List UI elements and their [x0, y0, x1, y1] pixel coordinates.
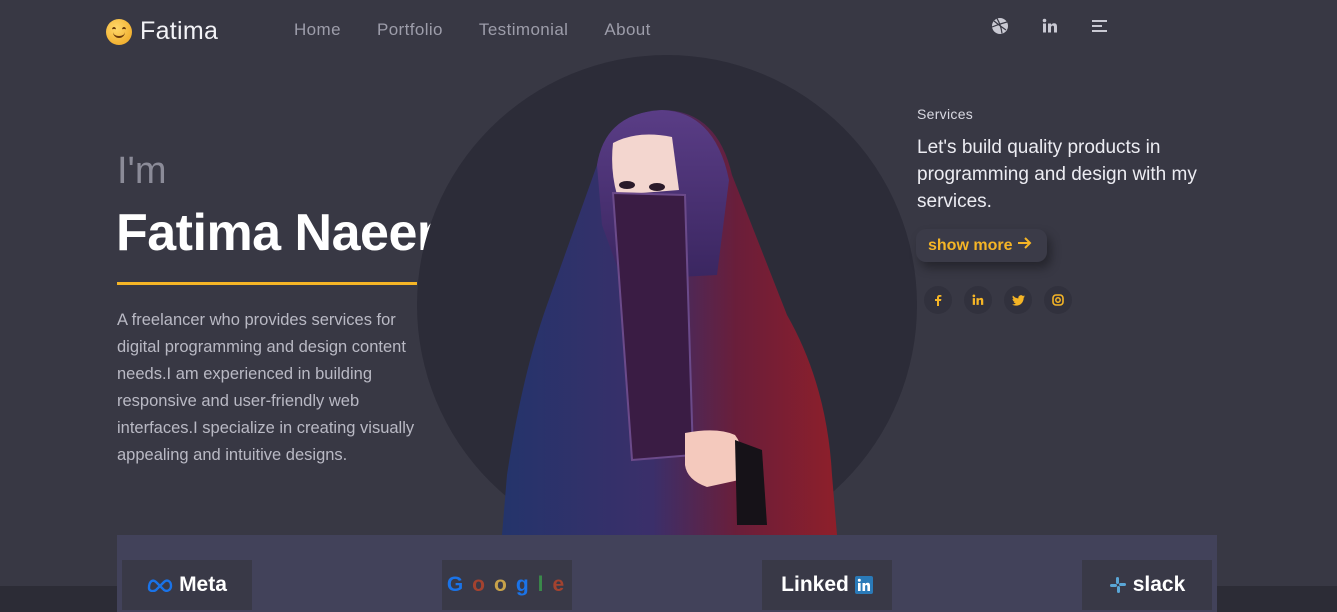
client-slack-label: slack: [1132, 573, 1186, 596]
menu-icon[interactable]: [1091, 17, 1109, 35]
google-letter: e: [552, 573, 568, 596]
hero-name: Fatima Naeem: [116, 204, 463, 262]
smiley-icon: [106, 18, 132, 45]
meta-logo-icon: [147, 579, 173, 592]
client-meta-label: Meta: [179, 573, 227, 596]
hero-greeting: I'm: [117, 150, 167, 192]
linkedin-in-icon: [854, 576, 873, 594]
google-letter: l: [537, 573, 547, 596]
instagram-icon[interactable]: [1044, 286, 1072, 314]
hero-bio: A freelancer who provides services for d…: [117, 311, 415, 464]
clients-band: Meta Google Linked slack: [117, 535, 1217, 612]
client-slack[interactable]: slack: [1082, 560, 1212, 610]
portrait-illustration: [417, 55, 917, 535]
brand-logo[interactable]: Fatima: [106, 17, 218, 46]
hero-underline: [117, 282, 417, 285]
google-letter: o: [493, 573, 510, 596]
nav-testimonial[interactable]: Testimonial: [479, 20, 568, 40]
nav-home[interactable]: Home: [294, 20, 341, 40]
arrow-right-icon: [1017, 236, 1033, 255]
client-linkedin-label: Linked: [781, 573, 849, 596]
linkedin-icon[interactable]: [964, 286, 992, 314]
slack-logo-icon: [1109, 577, 1126, 593]
client-google[interactable]: Google: [442, 560, 572, 610]
brand-name: Fatima: [140, 17, 219, 45]
social-links: [924, 286, 1072, 314]
header-icons: [991, 17, 1109, 35]
facebook-icon[interactable]: [924, 286, 952, 314]
services-text: Let's build quality products in programm…: [917, 137, 1197, 212]
services-label: Services: [917, 106, 974, 122]
google-letter: G: [446, 573, 467, 596]
client-linkedin[interactable]: Linked: [762, 560, 892, 610]
nav-portfolio[interactable]: Portfolio: [377, 20, 443, 40]
nav-about[interactable]: About: [604, 20, 650, 40]
client-meta[interactable]: Meta: [122, 560, 252, 610]
dribbble-icon[interactable]: [991, 17, 1009, 35]
main-nav: Home Portfolio Testimonial About: [294, 20, 651, 40]
linkedin-icon[interactable]: [1041, 17, 1059, 35]
google-letter: g: [515, 573, 532, 596]
google-letter: o: [472, 573, 488, 596]
show-more-button[interactable]: show more: [916, 229, 1048, 262]
show-more-label: show more: [928, 236, 1013, 254]
twitter-icon[interactable]: [1004, 286, 1032, 314]
